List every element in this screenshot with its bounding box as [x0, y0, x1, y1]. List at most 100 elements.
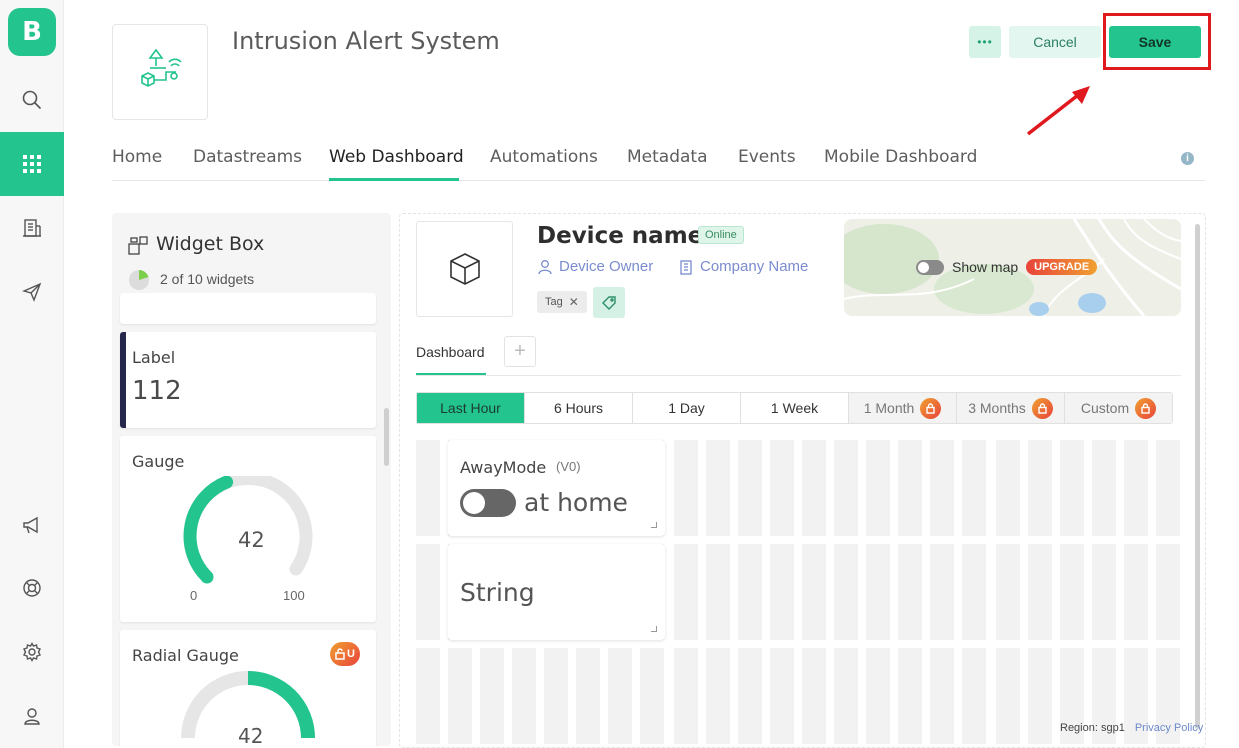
- tag-icon: [602, 295, 616, 310]
- range-1-month[interactable]: 1 Month: [849, 393, 957, 423]
- add-tab-button[interactable]: +: [504, 336, 536, 367]
- device-owner-link[interactable]: Device Owner: [537, 258, 653, 275]
- grid-column: [1092, 440, 1116, 747]
- show-map-toggle[interactable]: Show map UPGRADE: [916, 259, 1098, 275]
- apps-grid-icon[interactable]: [0, 132, 64, 196]
- range-1-week[interactable]: 1 Week: [741, 393, 849, 423]
- range-label: 1 Month: [863, 400, 915, 416]
- send-icon[interactable]: [0, 260, 64, 324]
- company-name-link[interactable]: Company Name: [678, 258, 808, 275]
- device-name: Device name: [537, 223, 704, 249]
- time-range-selector: Last Hour 6 Hours 1 Day 1 Week 1 Month 3…: [416, 392, 1173, 424]
- tab-mobile-dashboard[interactable]: Mobile Dashboard: [824, 147, 977, 167]
- canvas-scrollbar[interactable]: [1195, 224, 1200, 729]
- widget-card-partial[interactable]: [120, 293, 376, 324]
- grid-column: [416, 440, 440, 747]
- upgrade-badge[interactable]: UPGRADE: [1026, 259, 1098, 275]
- grid-column: [834, 440, 858, 747]
- range-label: 3 Months: [968, 400, 1026, 416]
- megaphone-icon[interactable]: [0, 494, 64, 558]
- grid-column: [866, 440, 890, 747]
- widget-usage-pie-icon: [129, 270, 149, 290]
- widget-box-icon: [128, 236, 148, 255]
- tab-dashboard[interactable]: Dashboard: [416, 344, 485, 360]
- tab-web-dashboard[interactable]: Web Dashboard: [329, 147, 464, 167]
- gauge-value: 42: [238, 528, 265, 552]
- tab-datastreams[interactable]: Datastreams: [193, 147, 302, 167]
- footer: Region: sgp1 Privacy Policy: [1060, 722, 1239, 734]
- toggle-switch[interactable]: [916, 259, 944, 275]
- locked-badge: U: [330, 642, 360, 666]
- device-image[interactable]: [416, 221, 513, 317]
- toggle-knob: [463, 492, 485, 514]
- tab-automations[interactable]: Automations: [490, 147, 598, 167]
- widget-box-scrollbar[interactable]: [384, 408, 389, 466]
- tag-label: Tag: [545, 296, 563, 308]
- switch-widget[interactable]: AwayMode (V0) at home: [448, 440, 665, 536]
- toggle-switch[interactable]: [460, 489, 516, 517]
- widget-card-value: 112: [132, 376, 182, 406]
- tab-metadata[interactable]: Metadata: [627, 147, 708, 167]
- grid-column: [770, 440, 794, 747]
- widget-card-gauge[interactable]: Gauge 42 0 100: [120, 436, 376, 622]
- page-title: Intrusion Alert System: [232, 27, 500, 55]
- range-6-hours[interactable]: 6 Hours: [525, 393, 633, 423]
- cancel-button[interactable]: Cancel: [1009, 26, 1101, 58]
- grid-column: [738, 440, 762, 747]
- user-icon[interactable]: [0, 684, 64, 748]
- grid-column: [706, 440, 730, 747]
- show-map-label: Show map: [952, 259, 1019, 275]
- annotation-arrow-icon: [1026, 86, 1090, 136]
- range-1-day[interactable]: 1 Day: [633, 393, 741, 423]
- range-label: Last Hour: [440, 400, 501, 416]
- resize-handle-icon[interactable]: [651, 626, 657, 632]
- grid-column: [1028, 440, 1052, 747]
- range-last-hour[interactable]: Last Hour: [417, 393, 525, 423]
- widget-card-label[interactable]: Label 112: [120, 332, 376, 428]
- app-logo[interactable]: B: [8, 8, 56, 56]
- divider: [416, 375, 1181, 376]
- gear-icon[interactable]: [0, 620, 64, 684]
- dashboard-grid: AwayMode (V0) at home String: [416, 440, 1181, 747]
- search-icon[interactable]: [0, 68, 64, 132]
- person-icon: [538, 259, 552, 274]
- locked-badge-text: U: [347, 648, 355, 660]
- add-tag-button[interactable]: [593, 287, 625, 318]
- info-icon[interactable]: i: [1181, 152, 1194, 165]
- more-options-button[interactable]: •••: [969, 26, 1001, 58]
- cube-icon: [449, 253, 480, 285]
- string-widget[interactable]: String: [448, 544, 665, 640]
- switch-state-text: at home: [524, 488, 628, 517]
- widget-title: AwayMode: [460, 458, 547, 477]
- range-label: 1 Day: [668, 400, 705, 416]
- widget-box-title: Widget Box: [156, 233, 265, 255]
- range-label: 1 Week: [770, 400, 819, 416]
- main-tabs: Home Datastreams Web Dashboard Automatio…: [112, 142, 1205, 181]
- product-image[interactable]: [112, 24, 208, 120]
- close-icon[interactable]: ✕: [569, 295, 579, 309]
- widget-card-title: Radial Gauge: [132, 646, 239, 665]
- privacy-policy-link[interactable]: Privacy Policy: [1135, 722, 1203, 734]
- dashboard-canvas: Device name Online Device Owner Company …: [399, 213, 1206, 748]
- lock-icon: [920, 397, 942, 419]
- grid-column: [996, 440, 1020, 747]
- tag-chip[interactable]: Tag ✕: [537, 291, 587, 313]
- range-3-months[interactable]: 3 Months: [957, 393, 1065, 423]
- active-tab-indicator: [329, 178, 459, 181]
- company-name-label: Company Name: [700, 258, 809, 275]
- building-icon[interactable]: [0, 196, 64, 260]
- grid-column: [930, 440, 954, 747]
- help-lifebuoy-icon[interactable]: [0, 556, 64, 620]
- range-custom[interactable]: Custom: [1065, 393, 1172, 423]
- widget-count: 2 of 10 widgets: [160, 271, 255, 287]
- device-map[interactable]: Show map UPGRADE: [844, 219, 1181, 316]
- lock-icon: [335, 648, 345, 660]
- tab-events[interactable]: Events: [738, 147, 796, 167]
- tab-home[interactable]: Home: [112, 147, 162, 167]
- gauge-max: 100: [283, 588, 305, 603]
- widget-card-radial-gauge[interactable]: Radial Gauge U 42: [120, 630, 376, 746]
- widget-card-title: Gauge: [132, 452, 185, 471]
- grid-column: [1124, 440, 1148, 747]
- resize-handle-icon[interactable]: [651, 522, 657, 528]
- grid-column: [1060, 440, 1084, 747]
